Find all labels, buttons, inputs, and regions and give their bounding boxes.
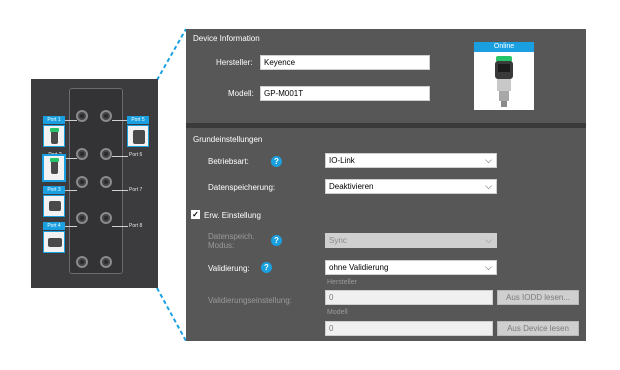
connector-port1[interactable]: [76, 110, 88, 122]
erw-einstellung-checkbox[interactable]: ✓: [191, 210, 200, 219]
validierung-modell-field[interactable]: 0: [325, 321, 493, 336]
validierung-help-icon[interactable]: ?: [261, 262, 272, 273]
validierung-label: Validierung:: [208, 264, 250, 273]
leader-line: [65, 226, 77, 227]
connector-port5[interactable]: [100, 110, 112, 122]
betriebsart-help-icon[interactable]: ?: [271, 156, 282, 167]
datenspeich-help-icon[interactable]: ?: [271, 235, 282, 246]
datenspeicherung-value: Deaktivieren: [329, 182, 374, 191]
port-label-8[interactable]: Port 8: [129, 222, 142, 230]
photoelectric-sensor-icon[interactable]: [43, 195, 65, 217]
connector-port6[interactable]: [100, 148, 112, 160]
connector-port8[interactable]: [100, 212, 112, 224]
leader-line: [112, 156, 128, 157]
erw-einstellung-label: Erw. Einstellung: [204, 211, 261, 220]
port-label-1[interactable]: Port 1: [43, 116, 65, 124]
connector-power: [76, 256, 88, 268]
betriebsart-label: Betriebsart:: [208, 157, 249, 166]
aus-iodd-lesen-button[interactable]: Aus IODD lesen...: [497, 290, 579, 305]
section-divider: [186, 123, 586, 128]
validierung-select[interactable]: ohne Validierung ⌵: [325, 260, 497, 275]
hersteller-field[interactable]: Keyence: [260, 55, 430, 70]
port-label-4[interactable]: Port 4: [43, 222, 65, 230]
leader-line: [112, 120, 127, 121]
grundeinstellungen-title: Grundeinstellungen: [193, 135, 263, 144]
leader-line: [65, 190, 77, 191]
validierungseinstellung-label: Validierungseinstellung:: [208, 296, 292, 305]
datenspeich-modus-select[interactable]: Sync ⌵: [325, 233, 497, 248]
leader-line: [66, 158, 77, 159]
hersteller-hint: Hersteller: [327, 279, 357, 286]
datenspeich-modus-label: Datenspeich. Modus:: [208, 232, 255, 250]
pressure-sensor-icon[interactable]: [42, 154, 66, 182]
pressure-sensor-image: [495, 56, 513, 107]
device-settings-panel: Device Information Hersteller: Keyence M…: [186, 29, 586, 341]
connector-port4[interactable]: [76, 212, 88, 224]
port-label-5[interactable]: Port 5: [127, 116, 149, 124]
port-label-6[interactable]: Port 6: [129, 151, 142, 159]
leader-line: [65, 120, 77, 121]
connector-port2[interactable]: [76, 148, 88, 160]
port-label-3[interactable]: Port 3: [43, 186, 65, 194]
datenspeicherung-label: Datenspeicherung:: [208, 183, 276, 192]
device-image-card: Online: [474, 42, 534, 110]
datenspeicherung-select[interactable]: Deaktivieren ⌵: [325, 179, 497, 194]
chevron-down-icon: ⌵: [485, 235, 492, 245]
modell-label: Modell:: [228, 89, 254, 98]
hersteller-label: Hersteller:: [216, 58, 253, 67]
laser-sensor-icon[interactable]: [43, 231, 65, 253]
validierung-hersteller-field[interactable]: 0: [325, 290, 493, 305]
modell-hint: Modell: [327, 309, 348, 316]
betriebsart-select[interactable]: IO-Link ⌵: [325, 153, 497, 168]
modell-field[interactable]: GP-M001T: [260, 86, 430, 101]
connector-bus: [100, 256, 112, 268]
chevron-down-icon: ⌵: [485, 181, 492, 191]
chevron-down-icon: ⌵: [485, 155, 492, 165]
leader-line: [112, 226, 128, 227]
datenspeich-modus-value: Sync: [329, 236, 347, 245]
online-status-badge: Online: [474, 42, 534, 52]
amplifier-device-icon[interactable]: [127, 125, 149, 147]
chevron-down-icon: ⌵: [485, 262, 492, 272]
validierung-value: ohne Validierung: [329, 263, 389, 272]
leader-line: [112, 190, 128, 191]
connector-port7[interactable]: [100, 176, 112, 188]
connector-port3[interactable]: [76, 176, 88, 188]
betriebsart-value: IO-Link: [329, 156, 355, 165]
device-information-title: Device Information: [193, 34, 260, 43]
sensor-device-icon[interactable]: [43, 125, 65, 147]
aus-device-lesen-button[interactable]: Aus Device lesen: [497, 321, 579, 336]
port-label-7[interactable]: Port 7: [129, 186, 142, 194]
